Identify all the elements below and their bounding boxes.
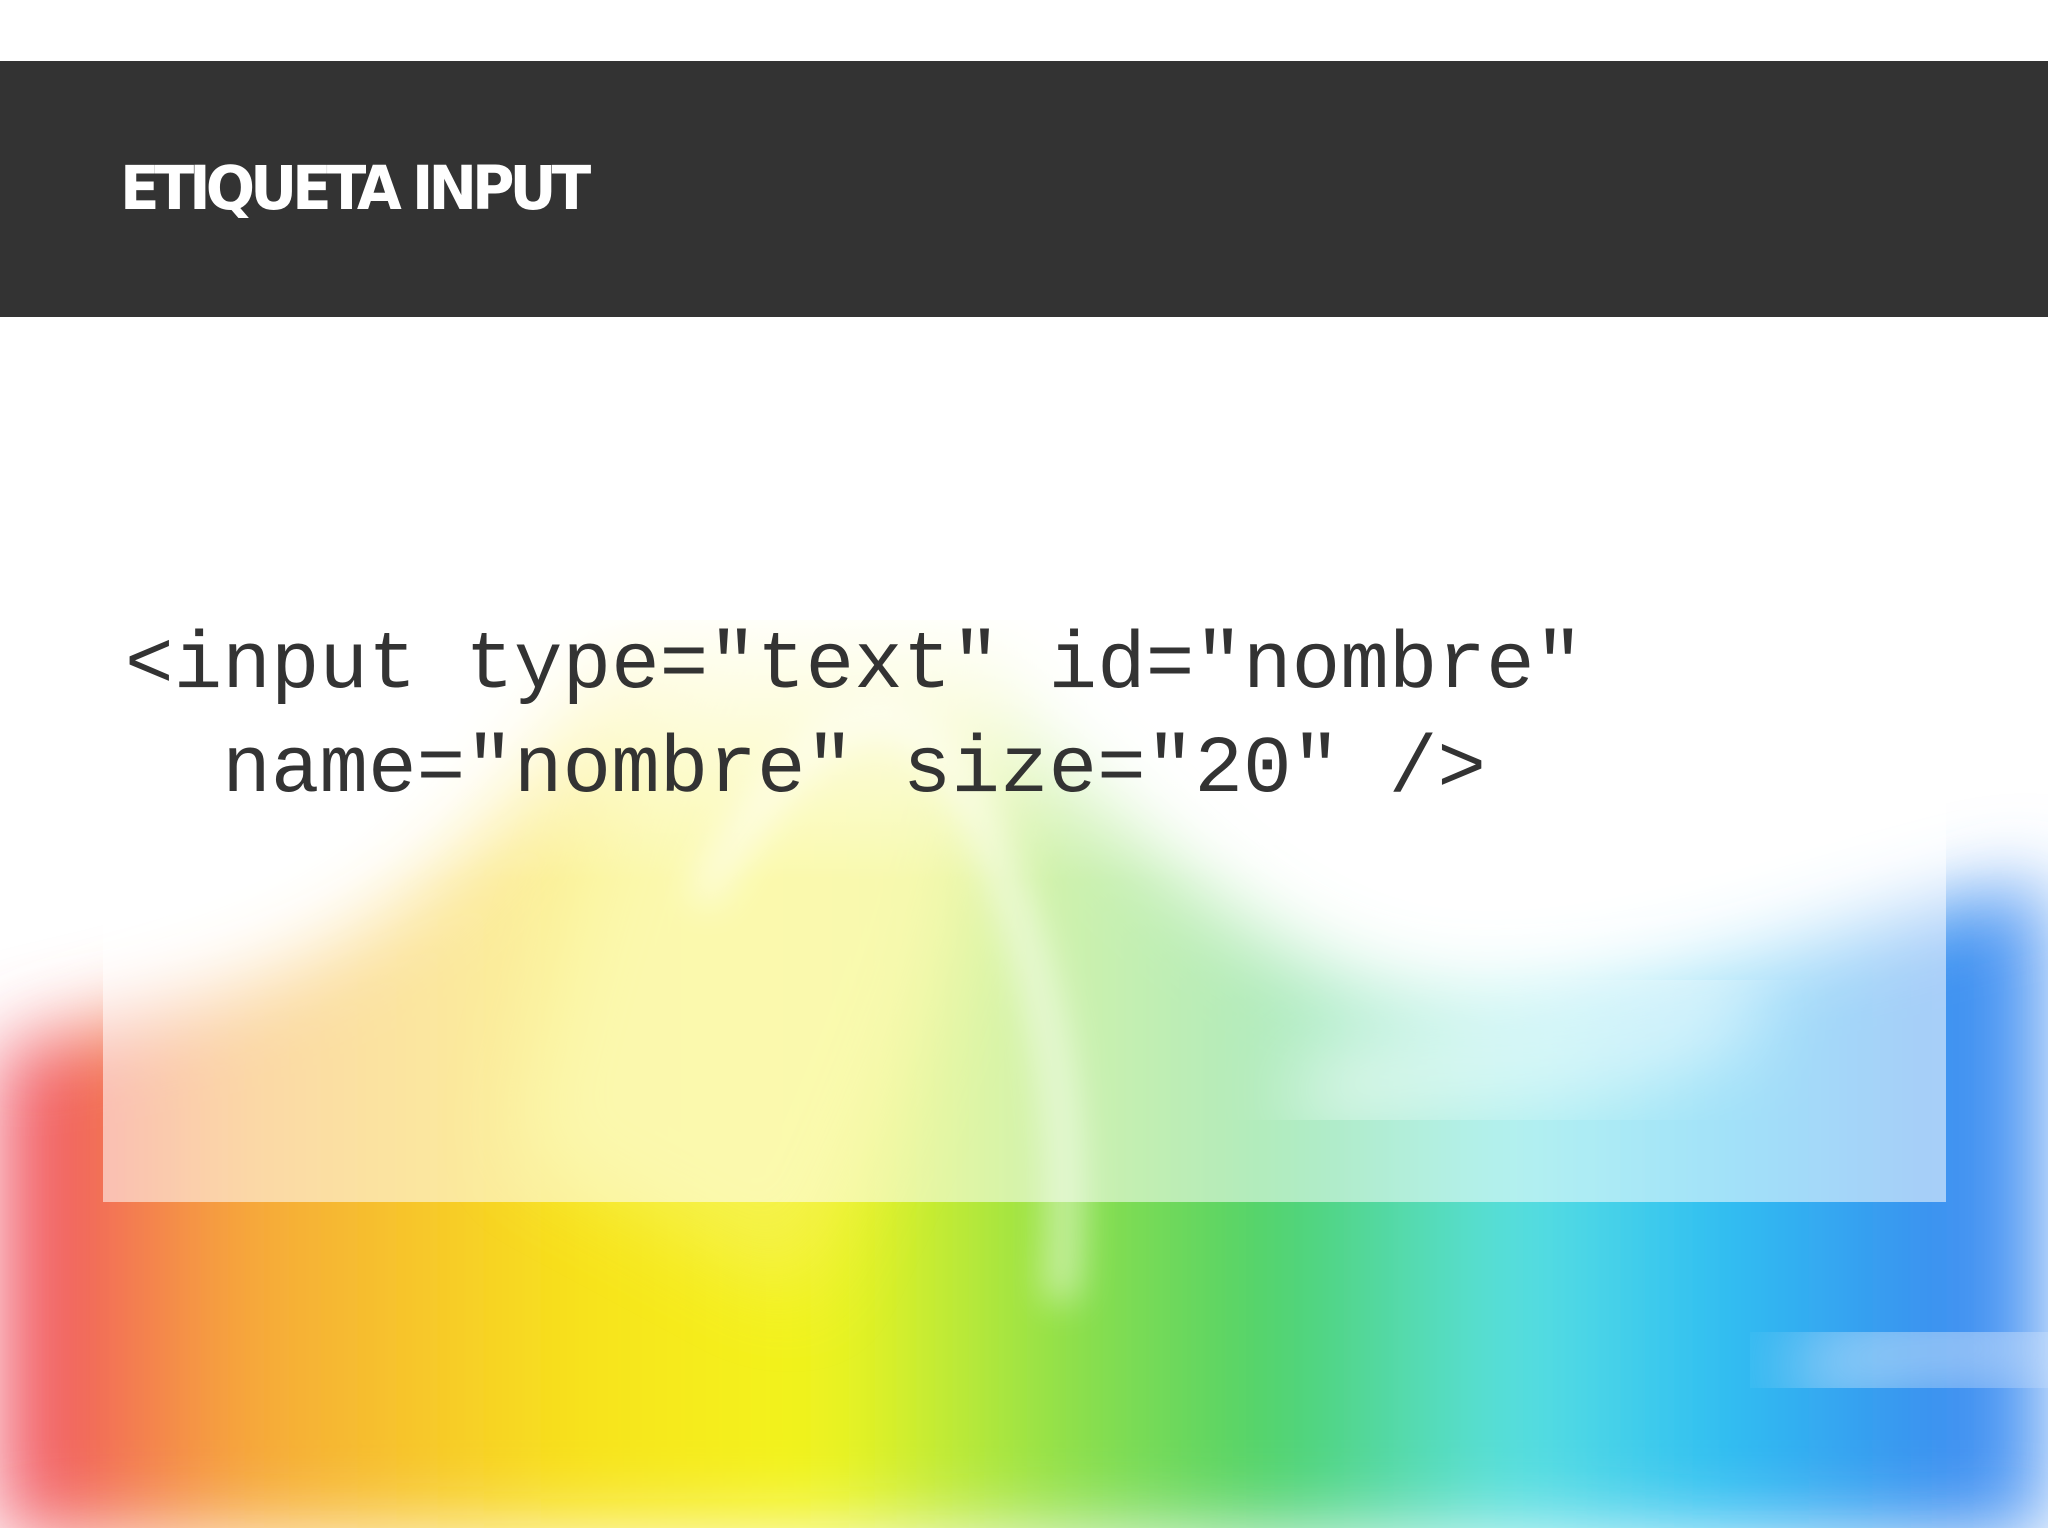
slide: ETIQUETA INPUT <input type="text" id="no… xyxy=(0,0,2048,1536)
slide-title: ETIQUETA INPUT xyxy=(120,152,591,224)
bottom-edge xyxy=(0,1528,2048,1536)
code-snippet: <input type="text" id="nombre" name="nom… xyxy=(125,615,1925,823)
code-line-1: <input type="text" id="nombre" xyxy=(125,621,1584,712)
code-line-2: name="nombre" size="20" /> xyxy=(125,725,1487,816)
